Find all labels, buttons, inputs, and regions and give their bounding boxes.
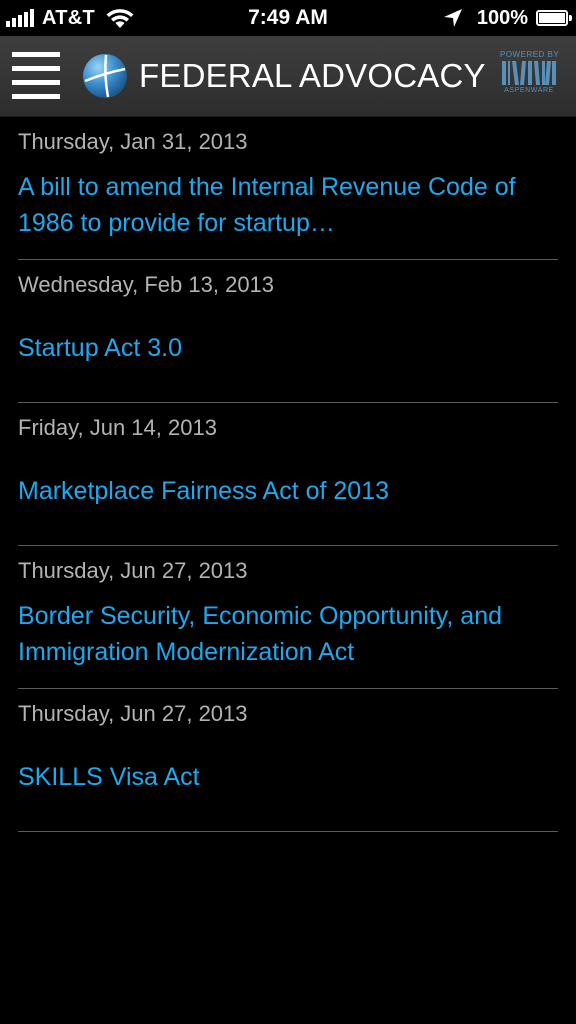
battery-percent: 100%: [476, 6, 528, 29]
status-bar: AT&T 7:49 AM 100%: [0, 0, 576, 36]
app-title: FEDERAL ADVOCACY: [139, 57, 486, 94]
item-title-link[interactable]: Startup Act 3.0: [18, 330, 538, 366]
item-date: Thursday, Jun 27, 2013: [18, 701, 248, 726]
list-item[interactable]: Thursday, Jan 31, 2013 A bill to amend t…: [18, 117, 558, 260]
globe-logo-icon: [83, 54, 127, 98]
bill-list: Thursday, Jan 31, 2013 A bill to amend t…: [0, 117, 576, 832]
status-right: 100%: [443, 0, 572, 36]
item-title-link[interactable]: Border Security, Economic Opportunity, a…: [18, 598, 538, 670]
item-date: Thursday, Jun 27, 2013: [18, 558, 248, 583]
item-date: Thursday, Jan 31, 2013: [18, 129, 248, 154]
item-title-link[interactable]: SKILLS Visa Act: [18, 759, 538, 795]
list-item[interactable]: Thursday, Jun 27, 2013 SKILLS Visa Act: [18, 689, 558, 832]
aspenware-logo-icon: [502, 61, 556, 85]
item-date: Wednesday, Feb 13, 2013: [18, 272, 275, 297]
menu-button[interactable]: [12, 52, 60, 100]
powered-by-logo: POWERED BY ASPENWARE: [500, 50, 560, 95]
list-item[interactable]: Thursday, Jun 27, 2013 Border Security, …: [18, 546, 558, 689]
vendor-label: ASPENWARE: [504, 87, 554, 94]
app-header: FEDERAL ADVOCACY POWERED BY ASPENWARE: [0, 36, 576, 117]
powered-by-label: POWERED BY: [500, 50, 560, 59]
item-title-link[interactable]: A bill to amend the Internal Revenue Cod…: [18, 169, 538, 241]
item-title-link[interactable]: Marketplace Fairness Act of 2013: [18, 473, 538, 509]
battery-icon: [536, 10, 572, 26]
list-item[interactable]: Friday, Jun 14, 2013 Marketplace Fairnes…: [18, 403, 558, 546]
location-arrow-icon: [443, 9, 462, 27]
list-item[interactable]: Wednesday, Feb 13, 2013 Startup Act 3.0: [18, 260, 558, 403]
item-date: Friday, Jun 14, 2013: [18, 415, 217, 440]
